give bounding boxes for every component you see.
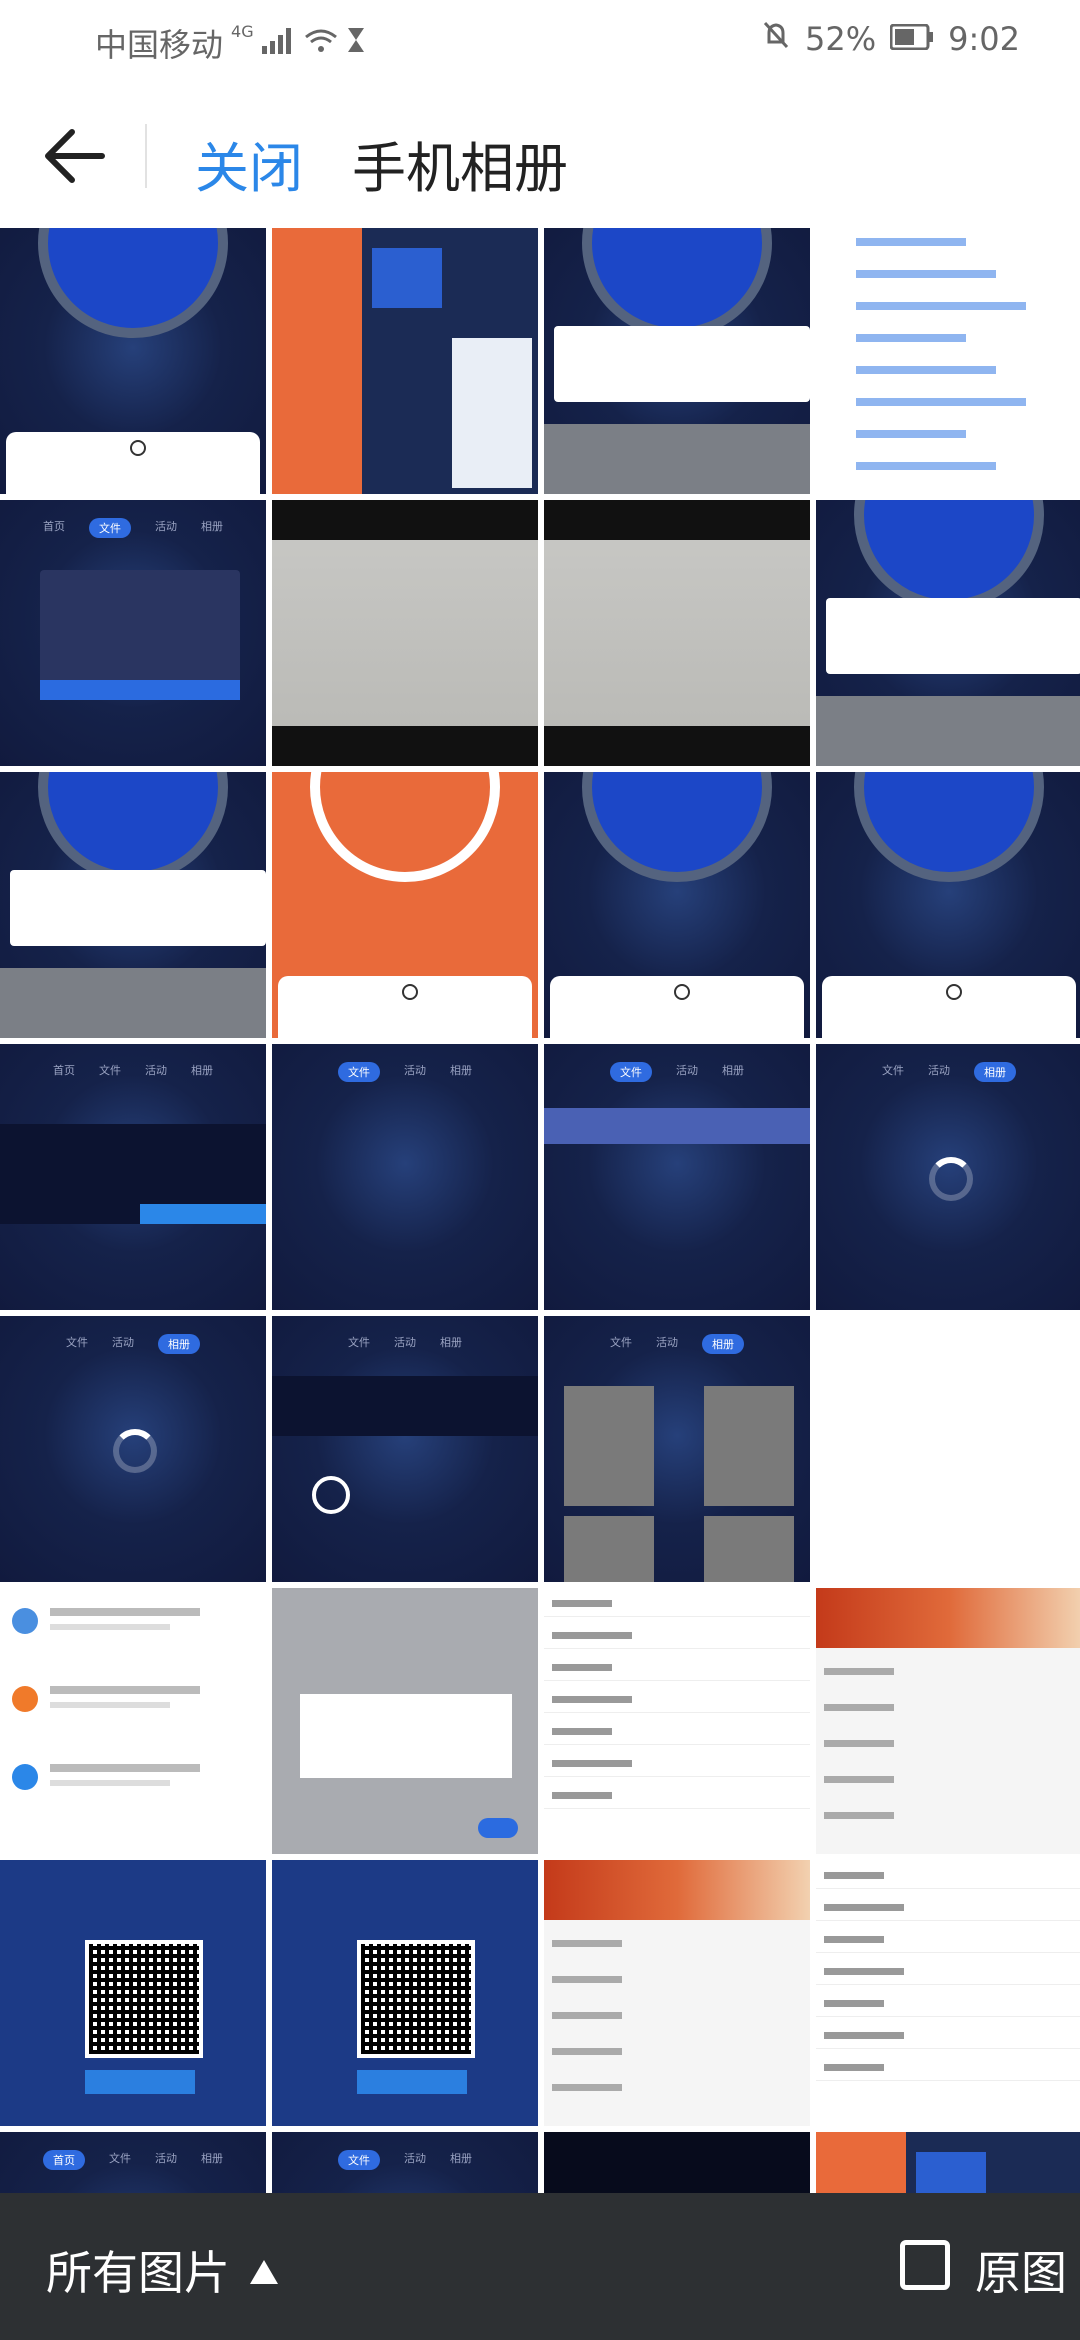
photo-grid: 首页 文件 活动 相册 首页 文件 活动 相册 文件 活动 相册 文件 活动 相册 文件 活动 相册 文件 活动 相册…	[0, 228, 1080, 2193]
photo-thumbnail[interactable]: 文件 活动 相册	[272, 1044, 538, 1310]
photo-thumbnail[interactable]: 文件 活动 相册	[272, 1316, 538, 1582]
photo-thumbnail[interactable]	[544, 1588, 810, 1854]
triangle-up-icon	[250, 2260, 278, 2284]
photo-thumbnail[interactable]	[544, 228, 810, 494]
signal-icon	[261, 24, 296, 62]
bottom-bar: 所有图片 原图	[0, 2193, 1080, 2340]
back-button[interactable]	[42, 124, 112, 188]
photo-thumbnail[interactable]: 文件 活动 相册	[544, 1044, 810, 1310]
status-bar: 中国移动 4G 52% 9:02	[0, 0, 1080, 84]
photo-thumbnail[interactable]	[816, 1860, 1080, 2126]
photo-thumbnail[interactable]	[272, 500, 538, 766]
photo-thumbnail[interactable]: 文件 活动 相册	[816, 1044, 1080, 1310]
photo-thumbnail[interactable]: 文件 活动 相册	[0, 1316, 266, 1582]
photo-thumbnail[interactable]	[544, 772, 810, 1038]
photo-thumbnail[interactable]: 首页 文件 活动 相册	[0, 2132, 266, 2193]
photo-thumbnail[interactable]	[272, 1588, 538, 1854]
photo-thumbnail[interactable]	[816, 1316, 1080, 1582]
photo-thumbnail[interactable]	[272, 772, 538, 1038]
album-selector[interactable]: 所有图片	[46, 2237, 278, 2303]
photo-thumbnail[interactable]	[0, 1860, 266, 2126]
carrier-name: 中国移动	[95, 26, 224, 64]
album-label: 所有图片	[46, 2246, 230, 2300]
mute-bell-icon	[761, 20, 791, 58]
title-bar: 关闭 手机相册	[0, 84, 1080, 228]
photo-thumbnail[interactable]	[0, 228, 266, 494]
divider	[145, 124, 147, 188]
original-checkbox[interactable]	[900, 2240, 950, 2290]
photo-thumbnail[interactable]	[816, 772, 1080, 1038]
photo-thumbnail[interactable]	[816, 500, 1080, 766]
wifi-icon	[304, 24, 338, 62]
photo-thumbnail[interactable]: 首页 文件 活动 相册	[0, 500, 266, 766]
photo-thumbnail[interactable]	[816, 1588, 1080, 1854]
photo-thumbnail[interactable]	[544, 1860, 810, 2126]
battery-icon	[889, 20, 934, 58]
photo-thumbnail[interactable]	[272, 1860, 538, 2126]
photo-thumbnail[interactable]: 文件 活动 相册	[272, 2132, 538, 2193]
arrow-left-icon	[42, 129, 112, 192]
photo-thumbnail[interactable]: 首页 文件 活动 相册	[0, 1044, 266, 1310]
photo-thumbnail[interactable]	[816, 228, 1080, 494]
photo-thumbnail[interactable]: 文件 活动 相册	[544, 1316, 810, 1582]
page-title: 手机相册	[352, 137, 568, 200]
photo-thumbnail[interactable]	[816, 2132, 1080, 2193]
photo-thumbnail[interactable]	[0, 772, 266, 1038]
original-label[interactable]: 原图	[975, 2237, 1067, 2303]
hourglass-icon	[346, 24, 366, 62]
photo-thumbnail[interactable]	[544, 500, 810, 766]
photo-thumbnail[interactable]	[0, 1588, 266, 1854]
photo-thumbnail[interactable]	[272, 228, 538, 494]
network-type: 4G	[231, 21, 254, 41]
battery-percent: 52%	[805, 20, 877, 58]
photo-thumbnail[interactable]	[544, 2132, 810, 2193]
clock: 9:02	[948, 20, 1020, 58]
close-button[interactable]: 关闭	[195, 124, 303, 203]
